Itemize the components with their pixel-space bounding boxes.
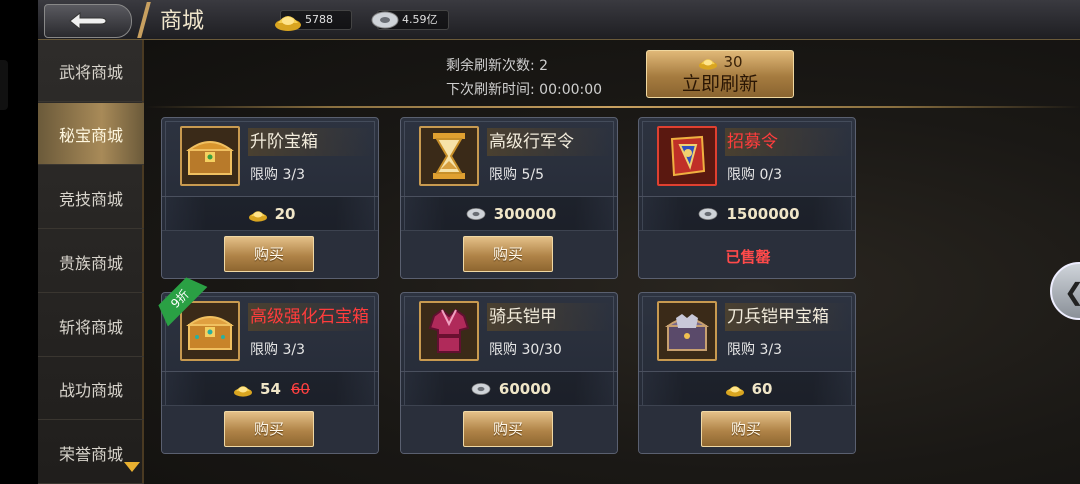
- item-price: 60000: [401, 371, 617, 405]
- sidebar-item-noble-shop[interactable]: 贵族商城: [38, 231, 144, 293]
- refresh-info: 剩余刷新次数: 2 下次刷新时间: 00:00:00: [446, 54, 602, 102]
- back-arrow-icon: [69, 11, 107, 31]
- sidebar-item-label: 战功商城: [58, 380, 123, 400]
- item-price: 1500000: [639, 196, 855, 230]
- item-price: 300000: [401, 196, 617, 230]
- sidebar-item-label: 荣誉商城: [58, 444, 123, 464]
- item-icon-frame: [180, 126, 240, 186]
- shop-item-card: 高级行军令 限购 5/5 300000 购买: [400, 117, 618, 279]
- cavalry-armor-icon: [428, 308, 470, 353]
- shop-item-card: 高级强化石宝箱 限购 3/3 54 60 购买: [161, 292, 379, 454]
- item-icon-frame: [180, 301, 240, 361]
- buy-button[interactable]: 购买: [224, 411, 314, 447]
- buy-button[interactable]: 购买: [463, 411, 553, 447]
- item-price-value: 1500000: [726, 204, 800, 223]
- gold-ingot-icon: [234, 385, 253, 397]
- sidebar-item-honor-shop[interactable]: 荣誉商城: [38, 422, 144, 484]
- gold-ingot-icon: [248, 210, 267, 222]
- chevron-left-icon: ❮: [1064, 278, 1080, 306]
- hourglass-icon: [433, 133, 465, 179]
- refresh-button-label: 立即刷新: [681, 73, 758, 95]
- recruit-token-icon: [670, 135, 706, 177]
- buy-button[interactable]: 购买: [701, 411, 791, 447]
- item-price: 54 60: [162, 371, 378, 405]
- gold-ingot-icon: [275, 16, 301, 31]
- shop-item-card: 招募令 限购 0/3 1500000 已售罄: [638, 117, 856, 279]
- item-price-value: 60: [751, 379, 773, 398]
- silver-coin-icon: [466, 207, 486, 220]
- item-price: 20: [162, 196, 378, 230]
- side-panel-toggle[interactable]: ❮: [1050, 262, 1080, 320]
- shop-category-sidebar: 武将商城 秘宝商城 竞技商城 贵族商城 斩将商城 战功商城 荣誉商城: [38, 40, 144, 484]
- treasure-chest-icon: [186, 141, 234, 175]
- item-name: 高级行军令: [487, 128, 611, 156]
- buy-button[interactable]: 购买: [463, 236, 553, 272]
- item-price-value: 300000: [493, 204, 557, 223]
- sidebar-item-arena-shop[interactable]: 竞技商城: [38, 167, 144, 229]
- camera-notch: [0, 60, 8, 110]
- refresh-time-label: 下次刷新时间:: [446, 82, 535, 98]
- silver-amount: 4.59亿: [402, 13, 438, 26]
- refresh-remaining-value: 2: [539, 58, 549, 74]
- item-price-value: 54: [260, 379, 281, 398]
- gold-ingot-icon: [725, 385, 744, 397]
- item-limit: 限购 3/3: [727, 342, 782, 358]
- item-price-value: 60000: [498, 379, 552, 398]
- item-limit: 限购 3/3: [250, 167, 305, 183]
- sidebar-item-slay-shop[interactable]: 斩将商城: [38, 295, 144, 357]
- page-title: 商城: [160, 9, 205, 34]
- item-limit: 限购 5/5: [489, 167, 544, 183]
- shop-item-card: 升阶宝箱 限购 3/3 20 购买: [161, 117, 379, 279]
- divider: [146, 106, 1080, 108]
- item-icon-frame: [419, 126, 479, 186]
- refresh-time-value: 00:00:00: [539, 82, 603, 98]
- treasure-chest-icon: [186, 316, 234, 350]
- silver-coin-icon: [471, 382, 491, 395]
- sidebar-item-label: 武将商城: [58, 62, 123, 82]
- sidebar-item-label: 秘宝商城: [58, 125, 123, 145]
- gold-counter: 5788: [275, 10, 352, 31]
- item-icon-frame: [657, 126, 717, 186]
- sidebar-item-label: 斩将商城: [58, 317, 123, 337]
- armor-chest-icon: [664, 314, 710, 351]
- refresh-remaining-label: 剩余刷新次数:: [446, 58, 535, 74]
- item-old-price: 60: [290, 379, 310, 398]
- scroll-down-icon[interactable]: [124, 462, 140, 472]
- silver-coin-icon: [371, 11, 399, 29]
- item-limit: 限购 0/3: [727, 167, 782, 183]
- shop-item-card: 刀兵铠甲宝箱 限购 3/3 60 购买: [638, 292, 856, 454]
- game-screen: 商城 5788 4.59亿 武将商城 秘宝商城 竞技商城 贵族商城 斩将商城 战…: [0, 0, 1080, 484]
- sidebar-item-general-shop[interactable]: 武将商城: [38, 40, 144, 102]
- sidebar-item-label: 竞技商城: [58, 189, 123, 209]
- silver-counter: 4.59亿: [371, 10, 449, 30]
- item-name: 招募令: [725, 128, 849, 156]
- item-name: 升阶宝箱: [248, 128, 372, 156]
- refresh-now-button[interactable]: 30 立即刷新: [646, 50, 794, 98]
- refresh-cost: 30: [647, 51, 793, 71]
- item-limit: 限购 30/30: [489, 342, 562, 358]
- sidebar-item-label: 贵族商城: [58, 253, 123, 273]
- back-button[interactable]: [44, 4, 132, 38]
- sidebar-item-treasure-shop[interactable]: 秘宝商城: [38, 103, 144, 165]
- item-name: 骑兵铠甲: [487, 303, 611, 331]
- gold-amount: 5788: [305, 13, 333, 26]
- item-price: 60: [639, 371, 855, 405]
- shop-item-card: 骑兵铠甲 限购 30/30 60000 购买: [400, 292, 618, 454]
- silver-coin-icon: [699, 207, 718, 220]
- item-icon-frame: [657, 301, 717, 361]
- item-icon-frame: [419, 301, 479, 361]
- item-name: 高级强化石宝箱: [248, 303, 372, 331]
- item-limit: 限购 3/3: [250, 342, 305, 358]
- buy-button[interactable]: 购买: [224, 236, 314, 272]
- item-price-value: 20: [274, 204, 296, 223]
- sidebar-item-merit-shop[interactable]: 战功商城: [38, 358, 144, 420]
- item-name: 刀兵铠甲宝箱: [725, 303, 849, 331]
- sold-out-label: 已售罄: [725, 248, 771, 266]
